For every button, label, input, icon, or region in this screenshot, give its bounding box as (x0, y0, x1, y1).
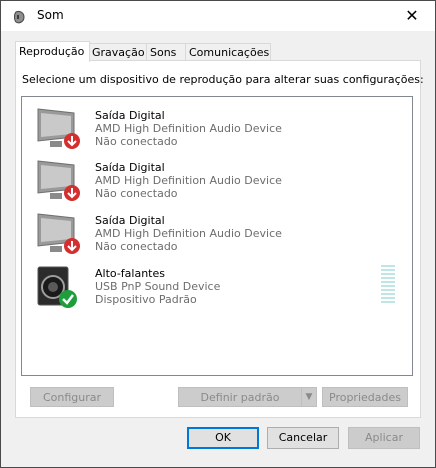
chevron-down-icon[interactable]: ▼ (301, 387, 317, 407)
speaker-icon (36, 265, 80, 309)
device-status: Não conectado (95, 187, 178, 200)
speaker-app-icon (12, 9, 28, 25)
instruction-text: Selecione um dispositivo de reprodução p… (22, 73, 424, 86)
cancel-button[interactable]: Cancelar (267, 427, 339, 449)
device-name: Saída Digital (95, 161, 165, 174)
set-default-button[interactable]: Definir padrão (178, 387, 302, 407)
tab-playback[interactable]: Reprodução (15, 41, 90, 62)
list-item[interactable]: Saída Digital AMD High Definition Audio … (22, 155, 410, 207)
title-bar[interactable]: Som ✕ (1, 1, 435, 31)
device-description: AMD High Definition Audio Device (95, 122, 282, 135)
device-description: AMD High Definition Audio Device (95, 227, 282, 240)
sound-dialog: Som ✕ Reprodução Gravação Sons Comunicaç… (0, 0, 436, 468)
device-status: Dispositivo Padrão (95, 293, 197, 306)
device-description: AMD High Definition Audio Device (95, 174, 282, 187)
properties-button[interactable]: Propriedades (322, 387, 408, 407)
monitor-icon (36, 107, 80, 151)
playback-panel: Selecione um dispositivo de reprodução p… (15, 60, 424, 418)
volume-level-meter (381, 265, 395, 305)
device-status: Não conectado (95, 135, 178, 148)
list-item[interactable]: Saída Digital AMD High Definition Audio … (22, 208, 410, 260)
list-item[interactable]: Saída Digital AMD High Definition Audio … (22, 103, 410, 155)
device-description: USB PnP Sound Device (95, 280, 221, 293)
ok-button[interactable]: OK (187, 427, 259, 449)
tab-communications[interactable]: Comunicações (185, 43, 271, 61)
configure-button[interactable]: Configurar (30, 387, 114, 407)
monitor-icon (36, 212, 80, 256)
list-item[interactable]: Alto-falantes USB PnP Sound Device Dispo… (22, 261, 410, 313)
tab-recording[interactable]: Gravação (88, 43, 148, 61)
apply-button[interactable]: Aplicar (348, 427, 420, 449)
monitor-icon (36, 159, 80, 203)
default-check-icon (59, 290, 77, 308)
close-icon[interactable]: ✕ (389, 1, 435, 31)
window-title: Som (37, 8, 64, 22)
device-name: Alto-falantes (95, 267, 165, 280)
device-name: Saída Digital (95, 214, 165, 227)
device-list[interactable]: Saída Digital AMD High Definition Audio … (21, 96, 413, 376)
tab-sounds[interactable]: Sons (146, 43, 186, 61)
device-status: Não conectado (95, 240, 178, 253)
device-name: Saída Digital (95, 109, 165, 122)
